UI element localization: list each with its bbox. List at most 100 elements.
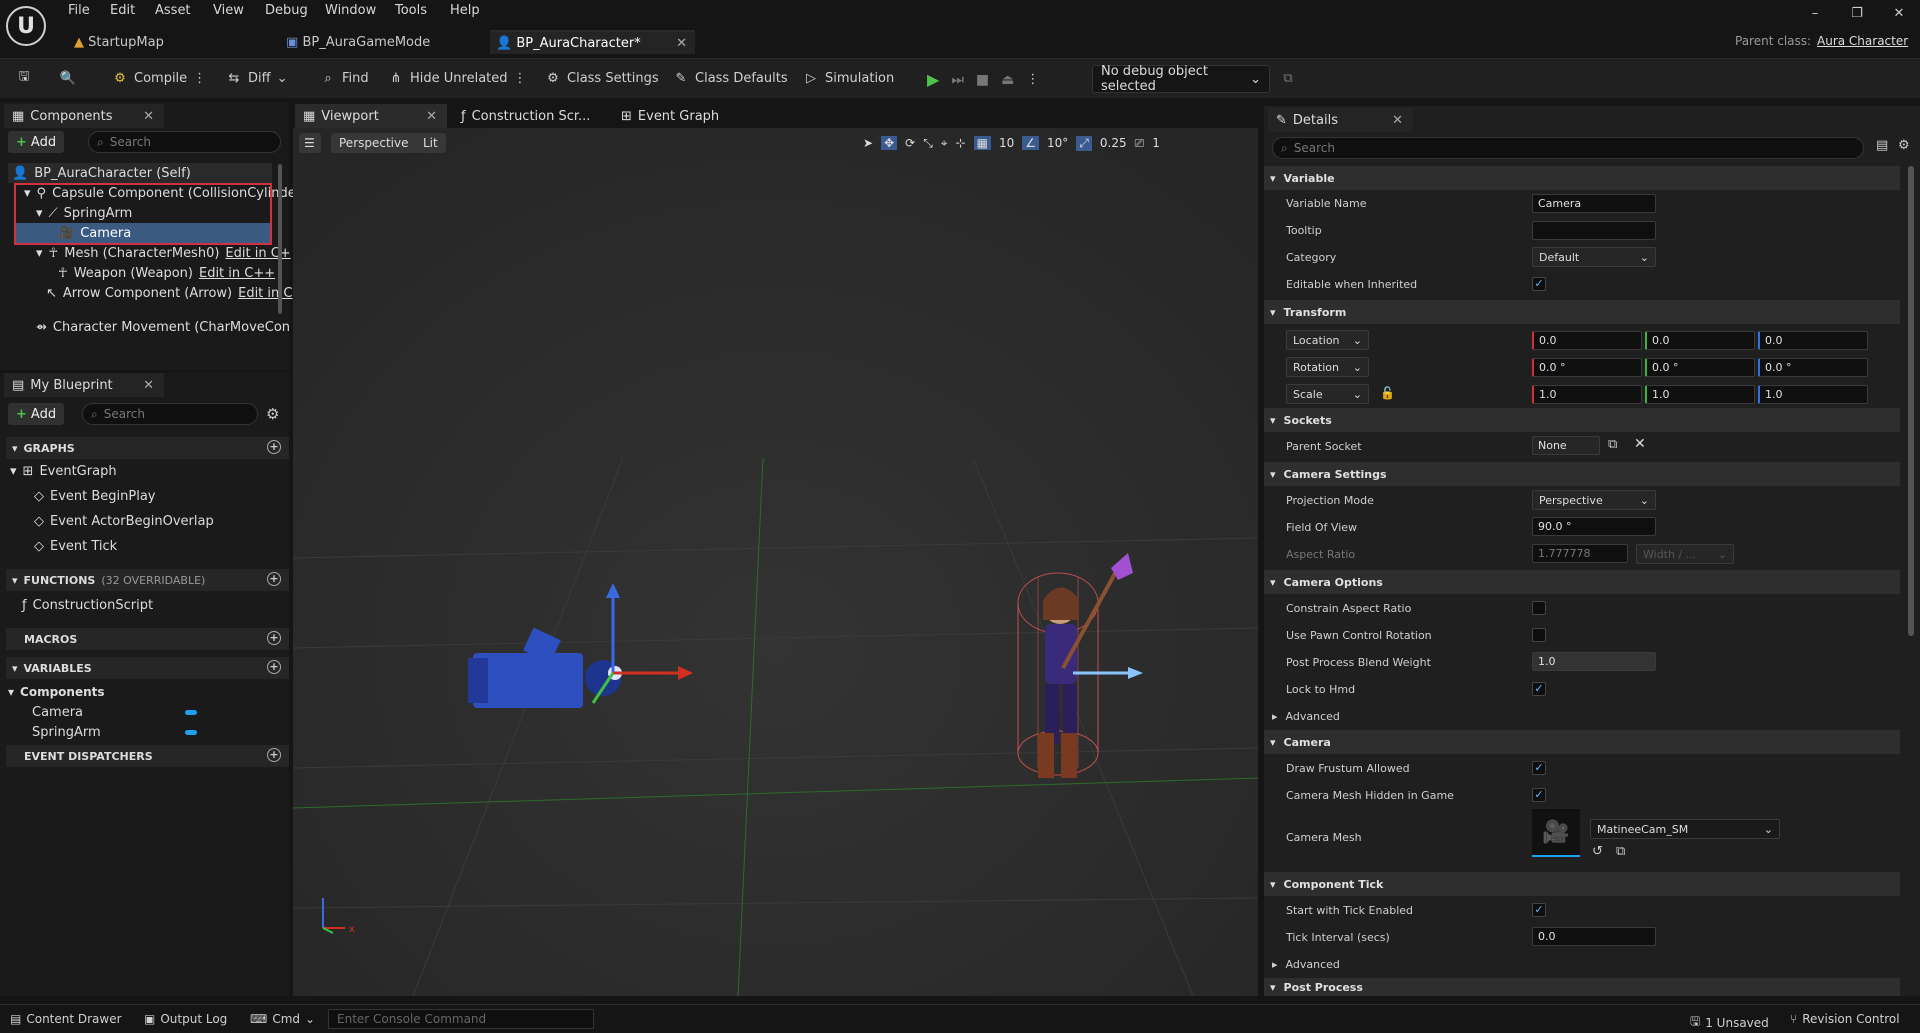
section-post-process[interactable]: ▾ Post Process	[1264, 978, 1900, 996]
table-view-icon[interactable]: ▤	[1876, 138, 1888, 153]
tree-item-springarm[interactable]: ▾ ⟋ SpringArm	[36, 203, 132, 223]
tree-item-event-beginplay[interactable]: ◇ Event BeginPlay	[34, 486, 156, 506]
constrain-aspect-checkbox[interactable]	[1532, 601, 1546, 615]
variable-group-components[interactable]: ▾ Components	[8, 682, 105, 702]
location-x-input[interactable]: 0.0	[1532, 331, 1642, 350]
translate-mode-icon[interactable]: ✥	[881, 136, 898, 150]
rotation-snap-icon[interactable]: ∠	[1022, 136, 1040, 150]
simulation-button[interactable]: ▷ Simulation	[803, 70, 894, 86]
parent-class-link[interactable]: Aura Character	[1817, 34, 1908, 48]
save-button[interactable]: 🖫	[16, 69, 32, 86]
tree-item-constructionscript[interactable]: ƒ ConstructionScript	[22, 595, 153, 615]
debug-browse-button[interactable]: ⧉	[1280, 70, 1296, 86]
content-drawer-button[interactable]: ▤ Content Drawer	[10, 1012, 122, 1026]
scale-dropdown[interactable]: Scale ⌄	[1286, 384, 1369, 404]
play-icon[interactable]: ▶	[927, 70, 939, 89]
editable-inherited-checkbox[interactable]: ✓	[1532, 277, 1546, 291]
section-transform[interactable]: ▾ Transform	[1264, 300, 1900, 324]
class-settings-button[interactable]: ⚙ Class Settings	[545, 70, 658, 86]
close-icon[interactable]: ✕	[143, 378, 154, 393]
draw-frustum-checkbox[interactable]: ✓	[1532, 761, 1546, 775]
tab-bp-auragamemode[interactable]: ▣ BP_AuraGameMode	[280, 30, 480, 54]
section-functions[interactable]: ▾ FUNCTIONS (32 OVERRIDABLE) +	[6, 569, 289, 591]
find-button[interactable]: ⌕ Find	[320, 70, 368, 86]
aspect-ratio-input[interactable]: 1.777778	[1532, 544, 1628, 563]
collapse-arrow-icon[interactable]: ▾	[36, 206, 43, 221]
section-camera-settings[interactable]: ▾ Camera Settings	[1264, 462, 1900, 486]
tab-my-blueprint[interactable]: ▤ My Blueprint ✕	[4, 373, 164, 397]
eject-icon[interactable]: ⏏	[1001, 72, 1014, 88]
menu-edit[interactable]: Edit	[110, 3, 135, 18]
menu-file[interactable]: File	[68, 3, 90, 18]
components-search[interactable]: ⌕ Search	[88, 131, 281, 153]
tick-interval-input[interactable]: 0.0	[1532, 927, 1656, 946]
clear-socket-icon[interactable]: ✕	[1634, 436, 1646, 452]
cmd-dropdown[interactable]: ⌨ Cmd ⌄	[250, 1012, 315, 1026]
close-tab-icon[interactable]: ✕	[676, 36, 687, 51]
advanced-expander[interactable]: ▸ Advanced	[1272, 953, 1340, 975]
tab-components[interactable]: ▦ Components ✕	[4, 104, 164, 128]
camera-speed-icon[interactable]: ⎚	[1135, 136, 1145, 151]
tab-viewport[interactable]: ▦ Viewport ✕	[295, 104, 447, 128]
components-scrollbar[interactable]	[278, 164, 282, 314]
rotation-snap-value[interactable]: 10°	[1047, 136, 1068, 150]
debug-object-dropdown[interactable]: No debug object selected ⌄	[1092, 64, 1270, 94]
variable-name-input[interactable]: Camera	[1532, 194, 1656, 213]
minimize-button[interactable]: –	[1800, 6, 1830, 21]
variable-item-springarm[interactable]: SpringArm	[32, 722, 101, 742]
blend-weight-slider[interactable]: 1.0	[1532, 652, 1656, 671]
reset-arrow-icon[interactable]: ↺	[1592, 844, 1603, 859]
scale-z-input[interactable]: 1.0	[1758, 385, 1868, 404]
camera-mesh-dropdown[interactable]: MatineeCam_SM ⌄	[1590, 819, 1780, 839]
grid-snap-icon[interactable]: ▦	[973, 136, 991, 150]
perspective-button[interactable]: Perspective	[331, 133, 417, 153]
section-camera-options[interactable]: ▾ Camera Options	[1264, 570, 1900, 594]
location-z-input[interactable]: 0.0	[1758, 331, 1868, 350]
details-scrollbar[interactable]	[1908, 166, 1914, 636]
close-window-button[interactable]: ✕	[1884, 6, 1914, 21]
tab-construction-script[interactable]: ƒ Construction Scr...	[453, 104, 603, 128]
add-member-button[interactable]: + Add	[8, 403, 65, 425]
more-options-icon[interactable]: ⋮	[193, 71, 206, 86]
rotation-x-input[interactable]: 0.0 °	[1532, 358, 1642, 377]
local-space-icon[interactable]: ⌖	[941, 136, 948, 151]
menu-debug[interactable]: Debug	[265, 3, 308, 18]
location-y-input[interactable]: 0.0	[1645, 331, 1755, 350]
select-mode-icon[interactable]: ➤	[863, 136, 873, 150]
menu-window[interactable]: Window	[325, 3, 376, 18]
scale-snap-icon[interactable]: ⤢	[1076, 135, 1092, 151]
console-command-input[interactable]: Enter Console Command	[328, 1009, 594, 1029]
output-log-button[interactable]: ▣ Output Log	[144, 1012, 227, 1026]
location-dropdown[interactable]: Location ⌄	[1286, 330, 1369, 350]
edit-in-cpp-link[interactable]: Edit in C	[238, 286, 292, 301]
unsaved-button[interactable]: 🖫 1 Unsaved	[1690, 1012, 1769, 1033]
tab-startupmap[interactable]: ▲ StartupMap	[68, 30, 268, 54]
tooltip-input[interactable]	[1532, 221, 1656, 240]
tree-item-self[interactable]: 👤 BP_AuraCharacter (Self)	[12, 163, 191, 183]
add-variable-icon[interactable]: +	[267, 660, 281, 674]
section-event-dispatchers[interactable]: EVENT DISPATCHERS +	[6, 745, 289, 767]
projection-mode-dropdown[interactable]: Perspective ⌄	[1532, 490, 1656, 510]
lock-to-hmd-checkbox[interactable]: ✓	[1532, 682, 1546, 696]
aspect-ratio-preset-dropdown[interactable]: Width / ... ⌄	[1636, 544, 1734, 564]
more-options-icon[interactable]: ⋮	[514, 71, 527, 86]
compile-button[interactable]: ⚙ Compile ⋮	[112, 70, 206, 86]
rotate-mode-icon[interactable]: ⟳	[905, 136, 915, 150]
parent-socket-field[interactable]: None	[1532, 436, 1600, 455]
add-graph-icon[interactable]: +	[267, 440, 281, 454]
tree-item-event-actorbeginoverlap[interactable]: ◇ Event ActorBeginOverlap	[34, 511, 214, 531]
tree-item-arrow[interactable]: ↖ Arrow Component (Arrow) Edit in C	[46, 283, 292, 303]
collapse-arrow-icon[interactable]: ▾	[24, 186, 31, 201]
start-tick-checkbox[interactable]: ✓	[1532, 903, 1546, 917]
camera-mesh-thumbnail-icon[interactable]: 🎥	[1532, 809, 1580, 857]
section-component-tick[interactable]: ▾ Component Tick	[1264, 872, 1900, 896]
lit-button[interactable]: Lit	[415, 133, 446, 153]
menu-view[interactable]: View	[213, 3, 244, 18]
add-dispatcher-icon[interactable]: +	[267, 748, 281, 762]
frame-skip-icon[interactable]: ⏭	[951, 72, 964, 88]
diff-button[interactable]: ⇆ Diff ⌄	[226, 70, 288, 86]
close-icon[interactable]: ✕	[143, 109, 154, 124]
add-function-icon[interactable]: +	[267, 572, 281, 586]
more-options-icon[interactable]: ⋮	[1026, 72, 1039, 87]
tree-item-weapon[interactable]: ☥ Weapon (Weapon) Edit in C++	[58, 263, 275, 283]
